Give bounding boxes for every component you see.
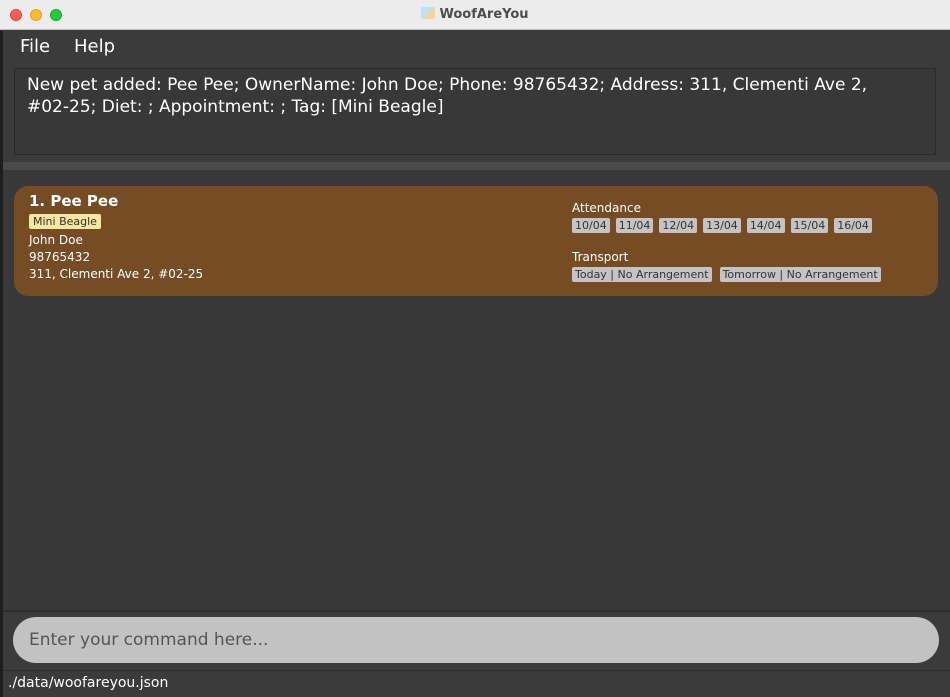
- attendance-list: 10/04 11/04 12/04 13/04 14/04 15/04 16/0…: [572, 218, 872, 233]
- save-location: ./data/woofareyou.json: [8, 675, 169, 691]
- transport-list: Today | No Arrangement Tomorrow | No Arr…: [572, 267, 881, 282]
- command-box: [3, 612, 950, 668]
- result-line-1: New pet added: Pee Pee; OwnerName: John …: [27, 75, 868, 95]
- menu-file[interactable]: File: [20, 36, 50, 57]
- owner-name: John Doe: [29, 233, 83, 247]
- status-bar: ./data/woofareyou.json: [3, 670, 950, 697]
- transport-chip: Tomorrow | No Arrangement: [719, 267, 881, 282]
- menu-help[interactable]: Help: [74, 36, 115, 57]
- panel-splitter[interactable]: [3, 162, 950, 170]
- pet-list-panel[interactable]: 1. Pee Pee Mini Beagle John Doe 98765432…: [3, 170, 950, 610]
- title-bar: WoofAreYou: [0, 0, 950, 30]
- attendance-chip: 12/04: [659, 218, 698, 233]
- command-input[interactable]: [13, 617, 939, 663]
- pet-name: 1. Pee Pee: [29, 192, 119, 210]
- owner-phone: 98765432: [29, 250, 91, 264]
- attendance-chip: 10/04: [572, 218, 610, 233]
- result-line-2: #02-25; Diet: ; Appointment: ; Tag: [Min…: [27, 97, 444, 117]
- pet-tag: Mini Beagle: [29, 214, 101, 229]
- attendance-chip: 16/04: [834, 218, 872, 233]
- result-display[interactable]: New pet added: Pee Pee; OwnerName: John …: [14, 68, 936, 155]
- attendance-chip: 14/04: [746, 218, 785, 233]
- owner-address: 311, Clementi Ave 2, #02-25: [29, 267, 204, 281]
- transport-chip: Today | No Arrangement: [572, 267, 712, 282]
- pet-card[interactable]: 1. Pee Pee Mini Beagle John Doe 98765432…: [14, 186, 938, 296]
- window-title: WoofAreYou: [439, 7, 529, 22]
- app-icon: [421, 7, 436, 19]
- transport-label: Transport: [572, 250, 629, 264]
- attendance-chip: 13/04: [703, 218, 741, 233]
- menu-bar: File Help: [0, 31, 950, 62]
- attendance-chip: 15/04: [790, 218, 829, 233]
- window-title-wrap: WoofAreYou: [0, 7, 950, 22]
- attendance-label: Attendance: [572, 201, 641, 215]
- app-window: WoofAreYou File Help New pet added: Pee …: [0, 0, 950, 697]
- attendance-chip: 11/04: [615, 218, 654, 233]
